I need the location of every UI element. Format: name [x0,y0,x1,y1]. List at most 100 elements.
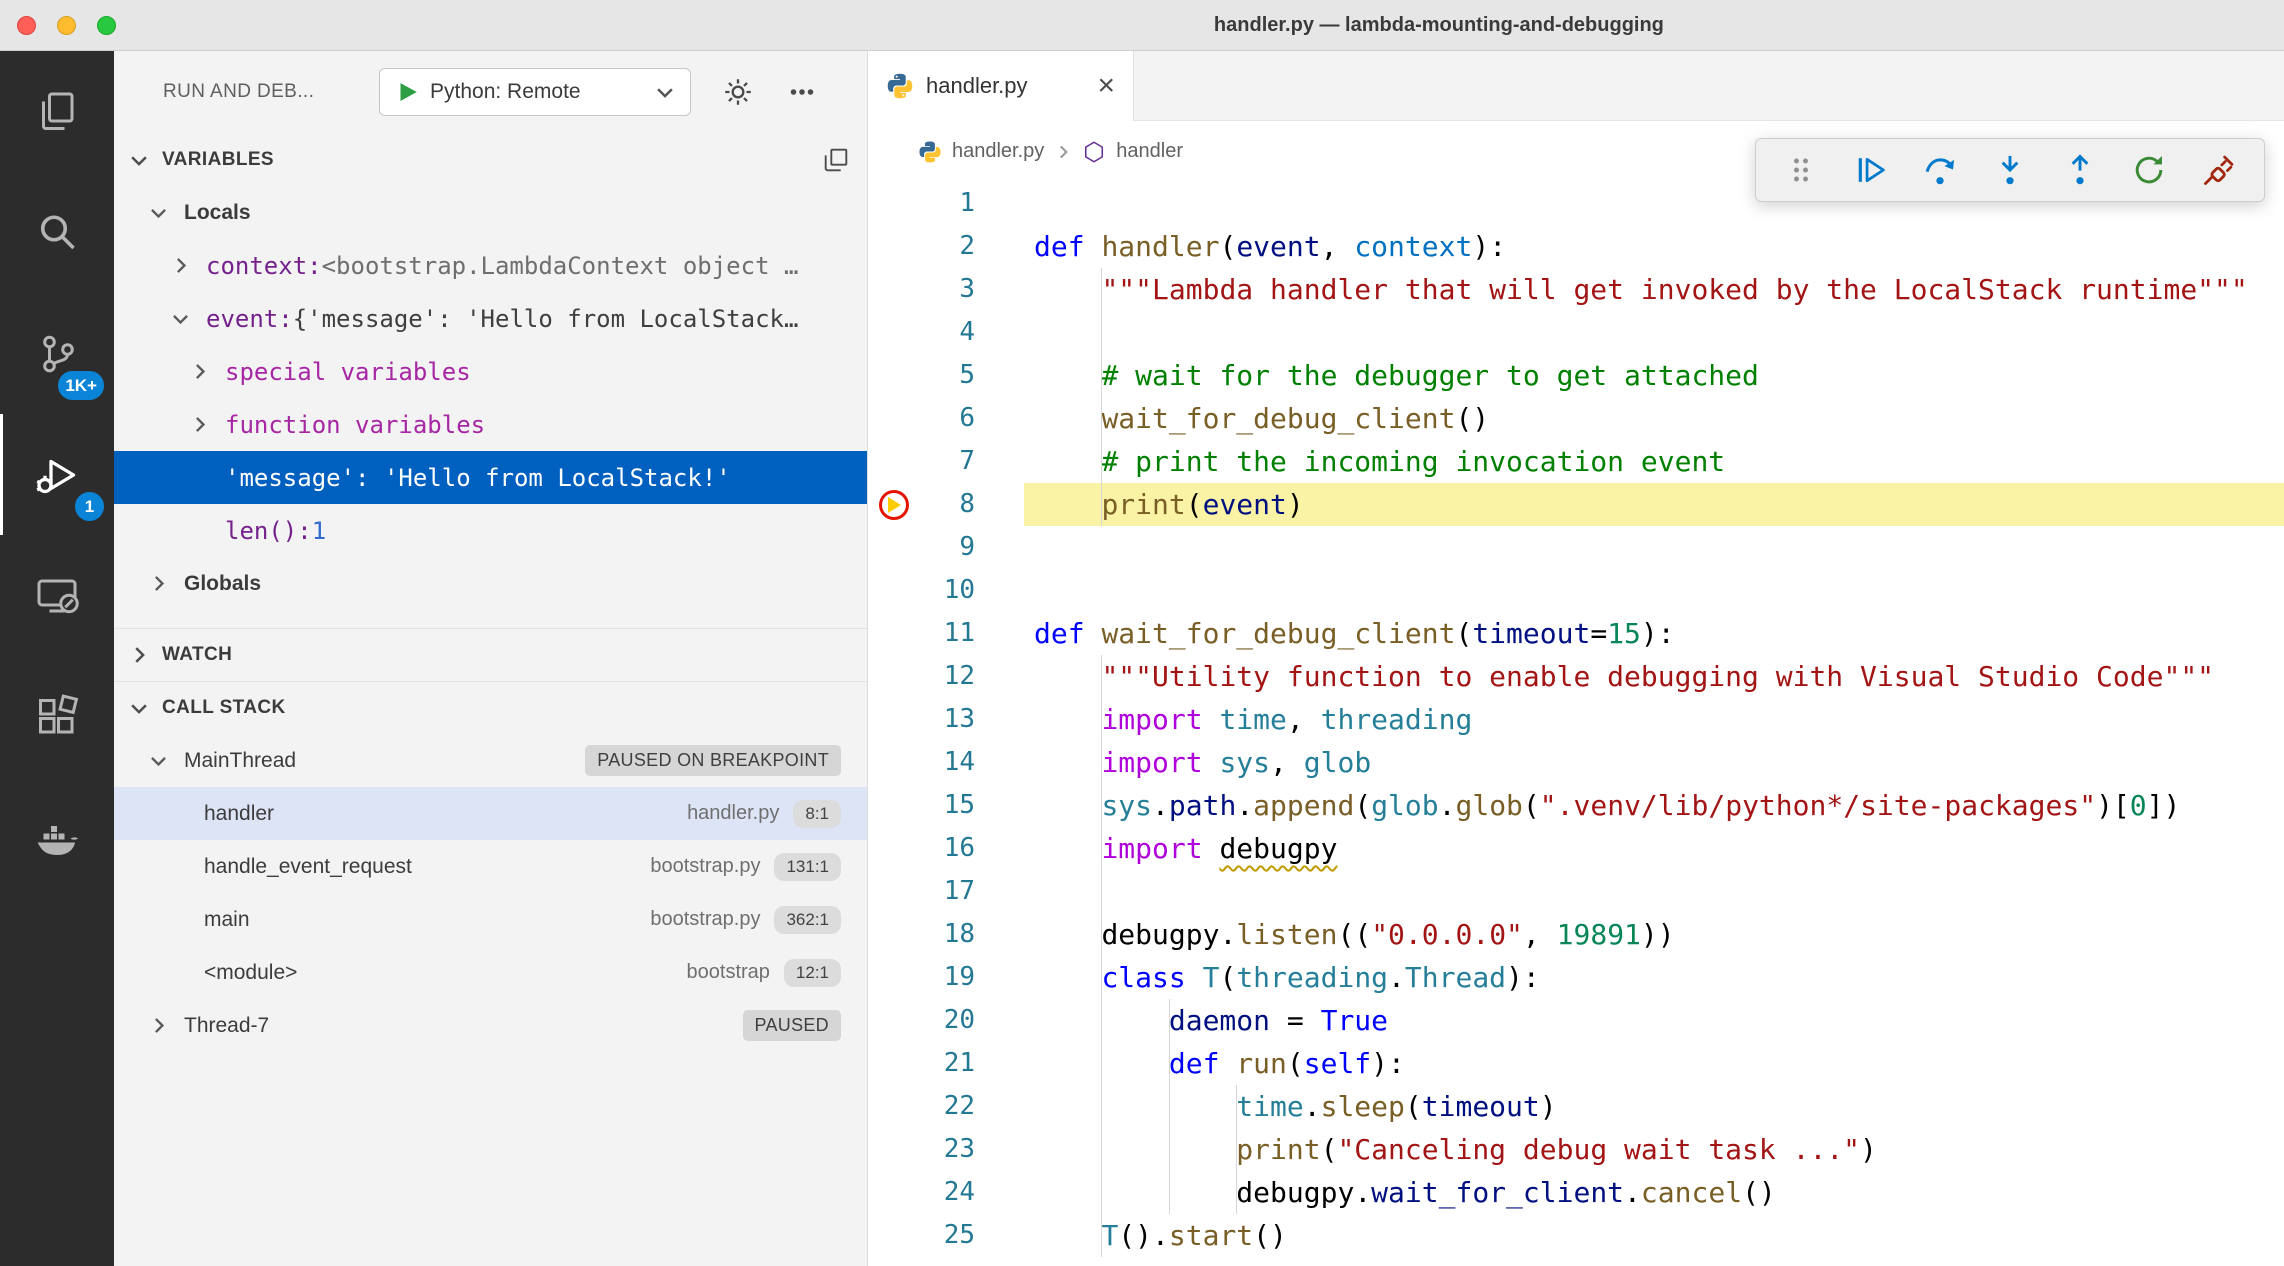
gutter[interactable]: 19 [868,956,1024,999]
gutter[interactable]: 1 [868,182,1024,225]
breakpoint-indicator[interactable] [868,490,920,520]
gutter[interactable]: 4 [868,311,1024,354]
code-line-text[interactable]: # wait for the debugger to get attached [1024,354,2284,397]
gutter[interactable]: 18 [868,913,1024,956]
activity-item-explorer[interactable] [0,51,114,172]
editor-tab-handler-py[interactable]: handler.py [868,51,1134,121]
gutter[interactable]: 16 [868,827,1024,870]
zoom-window-button[interactable] [97,16,116,35]
variables-section-header[interactable]: VARIABLES [114,133,867,186]
chevron-down-icon[interactable] [140,202,176,223]
gutter[interactable]: 21 [868,1042,1024,1085]
close-icon[interactable] [1097,71,1115,101]
drag-handle-icon[interactable] [1766,144,1836,196]
code-line-text[interactable]: daemon = True [1024,999,2284,1042]
activity-item-extensions[interactable] [0,656,114,777]
thread-row-mainthread[interactable]: MainThreadPAUSED ON BREAKPOINT [114,734,867,787]
code-line-text[interactable]: debugpy.listen(("0.0.0.0", 19891)) [1024,913,2284,956]
code-line-text[interactable]: wait_for_debug_client() [1024,397,2284,440]
gutter[interactable]: 25 [868,1214,1024,1257]
code-line-text[interactable]: debugpy.wait_for_client.cancel() [1024,1171,2284,1214]
debug-config-dropdown[interactable]: Python: Remote [379,68,691,116]
gutter[interactable]: 24 [868,1171,1024,1214]
chevron-down-icon[interactable] [140,750,176,771]
collapse-all-icon[interactable] [821,145,851,175]
activity-item-search[interactable] [0,172,114,293]
watch-section-header[interactable]: WATCH [114,628,867,681]
activity-item-source-control[interactable]: 1K+ [0,293,114,414]
gutter[interactable]: 17 [868,870,1024,913]
thread-row-thread-7[interactable]: Thread-7PAUSED [114,999,867,1052]
code-line-text[interactable]: # print the incoming invocation event [1024,440,2284,483]
code-line-text[interactable] [1024,870,2284,913]
stack-frame-main[interactable]: mainbootstrap.py362:1 [114,893,867,946]
gutter[interactable]: 11 [868,612,1024,655]
code-line-text[interactable] [1024,569,2284,612]
breadcrumb-item-file[interactable]: handler.py [952,140,1044,163]
gutter[interactable]: 8 [868,483,1024,526]
gutter[interactable]: 14 [868,741,1024,784]
variable-row-locals[interactable]: Locals [114,186,867,239]
call-stack-section-header[interactable]: CALL STACK [114,681,867,734]
activity-item-remote-explorer[interactable] [0,535,114,656]
gutter[interactable]: 3 [868,268,1024,311]
code-line-text[interactable]: def handler(event, context): [1024,225,2284,268]
chevron-right-icon[interactable] [140,573,176,594]
chevron-down-icon[interactable] [162,308,198,329]
stack-frame-handle-event-request[interactable]: handle_event_requestbootstrap.py131:1 [114,840,867,893]
variable-row-globals[interactable]: Globals [114,557,867,610]
gutter[interactable]: 6 [868,397,1024,440]
gutter[interactable]: 9 [868,526,1024,569]
code-line-text[interactable]: T().start() [1024,1214,2284,1257]
variable-row-event[interactable]: event: {'message': 'Hello from LocalStac… [114,292,867,345]
stack-frame-handler[interactable]: handlerhandler.py8:1 [114,787,867,840]
code-line-text[interactable]: import time, threading [1024,698,2284,741]
code-line-text[interactable]: def wait_for_debug_client(timeout=15): [1024,612,2284,655]
more-actions-icon[interactable] [785,75,819,109]
code-line-text[interactable]: print(event) [1024,483,2284,526]
gutter[interactable]: 12 [868,655,1024,698]
step-into-button[interactable] [1975,144,2045,196]
chevron-right-icon[interactable] [181,414,217,435]
code-line-text[interactable]: """Utility function to enable debugging … [1024,655,2284,698]
breadcrumb-item-symbol[interactable]: handler [1116,140,1183,163]
code-line-text[interactable] [1024,526,2284,569]
gutter[interactable]: 23 [868,1128,1024,1171]
gutter[interactable]: 7 [868,440,1024,483]
gutter[interactable]: 13 [868,698,1024,741]
variable-row-special-variables[interactable]: special variables [114,345,867,398]
gutter[interactable]: 15 [868,784,1024,827]
code-line-text[interactable] [1024,311,2284,354]
code-line-text[interactable]: import sys, glob [1024,741,2284,784]
restart-button[interactable] [2115,144,2185,196]
gutter[interactable]: 22 [868,1085,1024,1128]
gear-icon[interactable] [721,75,755,109]
variable-row-context[interactable]: context: <bootstrap.LambdaContext object… [114,239,867,292]
gutter[interactable]: 2 [868,225,1024,268]
gutter[interactable]: 20 [868,999,1024,1042]
step-over-button[interactable] [1905,144,1975,196]
chevron-right-icon[interactable] [140,1015,176,1036]
close-window-button[interactable] [17,16,36,35]
code-line-text[interactable]: sys.path.append(glob.glob(".venv/lib/pyt… [1024,784,2284,827]
activity-item-docker[interactable] [0,777,114,898]
minimize-window-button[interactable] [57,16,76,35]
disconnect-button[interactable] [2184,144,2254,196]
code-line-text[interactable]: import debugpy [1024,827,2284,870]
variable-row-message[interactable]: 'message': 'Hello from LocalStack!' [114,451,867,504]
code-line-text[interactable]: """Lambda handler that will get invoked … [1024,268,2284,311]
chevron-right-icon[interactable] [181,361,217,382]
gutter[interactable]: 10 [868,569,1024,612]
step-out-button[interactable] [2045,144,2115,196]
gutter[interactable]: 5 [868,354,1024,397]
code-line-text[interactable]: print("Canceling debug wait task ...") [1024,1128,2284,1171]
continue-button[interactable] [1836,144,1906,196]
breakpoint-hit-icon[interactable] [879,490,909,520]
activity-item-run-and-debug[interactable]: 1 [0,414,114,535]
variable-row-len[interactable]: len(): 1 [114,504,867,557]
stack-frame-module[interactable]: <module>bootstrap12:1 [114,946,867,999]
start-debugging-icon[interactable] [394,79,420,105]
code-line-text[interactable]: time.sleep(timeout) [1024,1085,2284,1128]
code-line-text[interactable]: class T(threading.Thread): [1024,956,2284,999]
variable-row-function-variables[interactable]: function variables [114,398,867,451]
